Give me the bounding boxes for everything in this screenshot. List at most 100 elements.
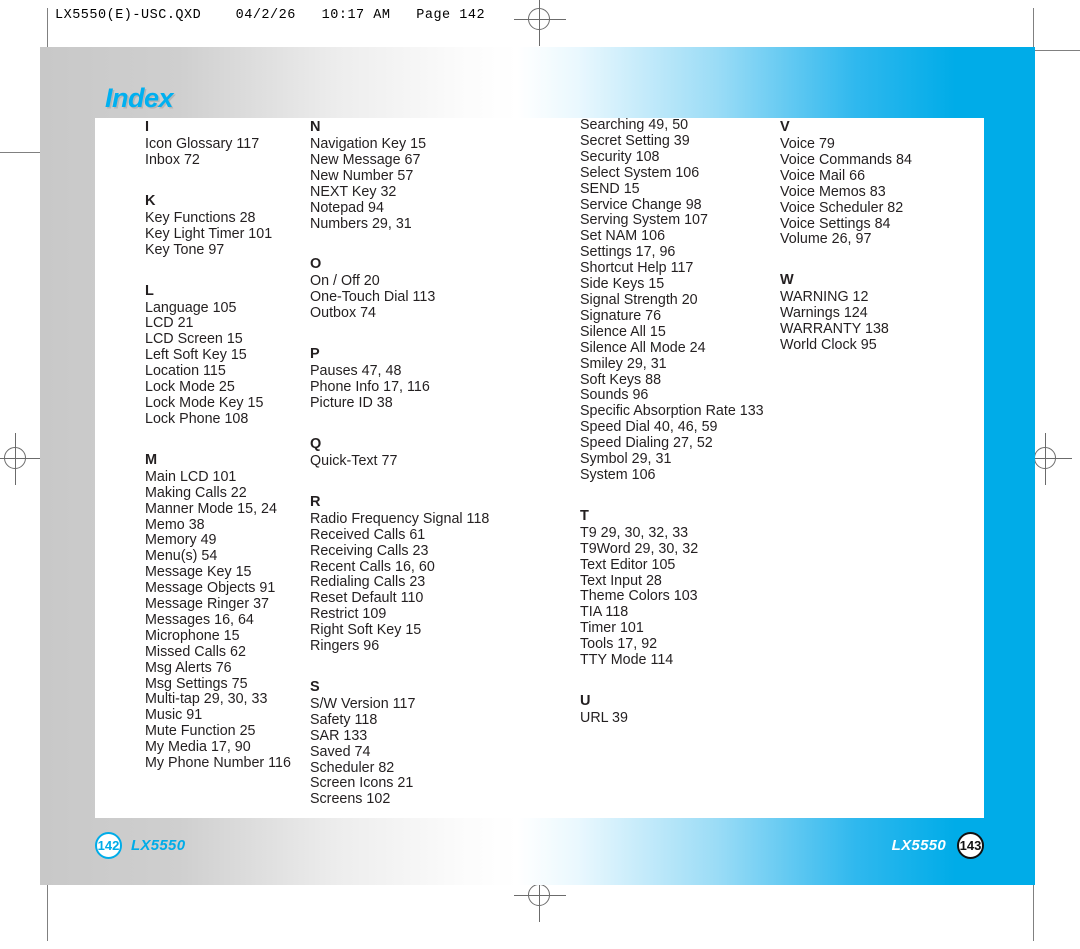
- index-entry: Warnings 124: [780, 305, 868, 322]
- index-entry: Quick-Text 77: [310, 452, 398, 469]
- page-number-right: 143: [957, 832, 984, 859]
- index-entry: LCD 21: [145, 315, 194, 332]
- index-entry: System 106: [580, 466, 656, 483]
- index-letter-group: S S/W Version 117 Safety 118 SAR 133 Saved 7…: [310, 678, 580, 808]
- index-entry: TTY Mode 114: [580, 652, 674, 669]
- index-entry: Screen Icons 21: [310, 775, 414, 792]
- index-entry: Scheduler 82: [310, 759, 395, 776]
- index-entry: Timer 101: [580, 620, 644, 637]
- index-entry: Recent Calls 16, 60: [310, 558, 435, 575]
- index-letter-heading: I: [145, 119, 150, 135]
- index-entry: Screens 102: [310, 791, 391, 808]
- index-columns: I Icon Glossary 117 Inbox 72 K Key Functions…: [95, 117, 984, 818]
- index-entry: Key Tone 97: [145, 241, 225, 258]
- index-entry: Multi-tap 29, 30, 33: [145, 691, 268, 708]
- index-entry: NEXT Key 32: [310, 183, 397, 200]
- index-letter-heading: U: [580, 693, 591, 709]
- index-entry: Soft Keys 88: [580, 371, 662, 388]
- index-letter-group: Searching 49, 50 Secret Setting 39 Securit…: [580, 117, 780, 484]
- index-content-panel: I Icon Glossary 117 Inbox 72 K Key Functions…: [95, 117, 984, 818]
- index-entry: Redialing Calls 23: [310, 574, 426, 591]
- index-entry: Saved 74: [310, 743, 371, 760]
- index-entry: Inbox 72: [145, 151, 200, 168]
- index-entry: Main LCD 101: [145, 468, 237, 485]
- index-entry: Select System 106: [580, 164, 700, 181]
- index-letter-group: O On / Off 20 One-Touch Dial 113 Outbox 74: [310, 255, 580, 322]
- index-letter-group: V Voice 79 Voice Commands 84 Voice Mail 66 V…: [780, 118, 984, 248]
- index-entry: Messages 16, 64: [145, 611, 254, 628]
- index-letter-group: U URL 39: [580, 692, 780, 727]
- index-entry: Language 105: [145, 299, 237, 316]
- registration-mark-ring: [4, 447, 26, 469]
- index-entry: Memory 49: [145, 532, 217, 549]
- index-entry: New Message 67: [310, 151, 421, 168]
- index-entry: One-Touch Dial 113: [310, 289, 436, 306]
- index-letter-group: Q Quick-Text 77: [310, 435, 580, 470]
- index-entry: Side Keys 15: [580, 276, 665, 293]
- index-entry: Voice Settings 84: [780, 215, 891, 232]
- index-entry: Speed Dialing 27, 52: [580, 435, 713, 452]
- index-entry: Radio Frequency Signal 118: [310, 510, 490, 527]
- index-entry: Menu(s) 54: [145, 548, 218, 565]
- index-column-2: N Navigation Key 15 New Message 67 New Numb…: [300, 118, 580, 818]
- index-entry: T9 29, 30, 32, 33: [580, 524, 689, 541]
- registration-mark-ring: [1034, 447, 1056, 469]
- index-letter-heading: P: [310, 346, 320, 363]
- index-entry: Set NAM 106: [580, 228, 666, 245]
- index-entry: Outbox 74: [310, 305, 376, 322]
- index-column-1: I Icon Glossary 117 Inbox 72 K Key Functions…: [95, 118, 300, 818]
- index-entry: Navigation Key 15: [310, 136, 427, 152]
- index-entry: Mute Function 25: [145, 723, 256, 740]
- index-letter-heading: N: [310, 119, 321, 135]
- index-entry: Lock Mode 25: [145, 379, 235, 396]
- index-entry: Symbol 29, 31: [580, 451, 672, 468]
- index-entry: Tools 17, 92: [580, 636, 658, 653]
- footer-left: 142 LX5550: [95, 832, 185, 859]
- index-letter-heading: S: [310, 678, 320, 695]
- index-entry: Making Calls 22: [145, 484, 247, 501]
- index-entry: Silence All Mode 24: [580, 339, 706, 356]
- index-entry: Signal Strength 20: [580, 291, 698, 308]
- page-number-left: 142: [95, 832, 122, 859]
- index-letter-heading: K: [145, 192, 156, 209]
- index-entry: Music 91: [145, 707, 203, 724]
- index-entry: Settings 17, 96: [580, 244, 676, 261]
- index-entry: Message Objects 91: [145, 580, 276, 597]
- index-entry: Silence All 15: [580, 323, 666, 340]
- index-entry: Lock Mode Key 15: [145, 394, 264, 411]
- index-letter-group: T T9 29, 30, 32, 33 T9Word 29, 30, 32 Text …: [580, 507, 780, 669]
- registration-mark-ring: [528, 884, 550, 906]
- index-entry: Ringers 96: [310, 638, 380, 655]
- index-entry: Message Ringer 37: [145, 596, 269, 613]
- index-entry: Receiving Calls 23: [310, 542, 429, 559]
- index-entry: Restrict 109: [310, 606, 387, 623]
- registration-mark-left-icon: [0, 433, 42, 485]
- index-entry: WARNING 12: [780, 289, 869, 306]
- index-entry: Msg Alerts 76: [145, 659, 232, 676]
- index-entry: Picture ID 38: [310, 394, 393, 411]
- index-entry: My Media 17, 90: [145, 739, 251, 756]
- index-entry: Service Change 98: [580, 196, 702, 213]
- index-letter-group: N Navigation Key 15 New Message 67 New Numb…: [310, 118, 580, 232]
- index-entry: Location 115: [145, 363, 226, 380]
- index-entry: Voice Memos 83: [780, 183, 886, 200]
- index-entry: Smiley 29, 31: [580, 355, 667, 372]
- footer-right: LX5550 143: [802, 832, 984, 859]
- index-letter-heading: V: [780, 119, 790, 135]
- index-entry: Left Soft Key 15: [145, 347, 247, 364]
- index-letter-heading: W: [780, 272, 794, 289]
- index-letter-group: I Icon Glossary 117 Inbox 72: [145, 118, 300, 169]
- index-letter-heading: T: [580, 507, 589, 524]
- index-entry: Theme Colors 103: [580, 588, 698, 605]
- index-letter-heading: M: [145, 451, 158, 468]
- index-entry: Message Key 15: [145, 564, 252, 581]
- index-entry: My Phone Number 116: [145, 755, 291, 772]
- index-entry: Numbers 29, 31: [310, 215, 412, 232]
- index-letter-heading: O: [310, 256, 322, 273]
- index-entry: Text Input 28: [580, 572, 662, 589]
- index-letter-group: K Key Functions 28 Key Light Timer 101 Key …: [145, 192, 300, 259]
- index-entry: Msg Settings 75: [145, 675, 248, 692]
- index-entry: TIA 118: [580, 604, 629, 621]
- index-letter-group: L Language 105 LCD 21 LCD Screen 15 Left Sof…: [145, 282, 300, 428]
- index-entry: World Clock 95: [780, 337, 877, 354]
